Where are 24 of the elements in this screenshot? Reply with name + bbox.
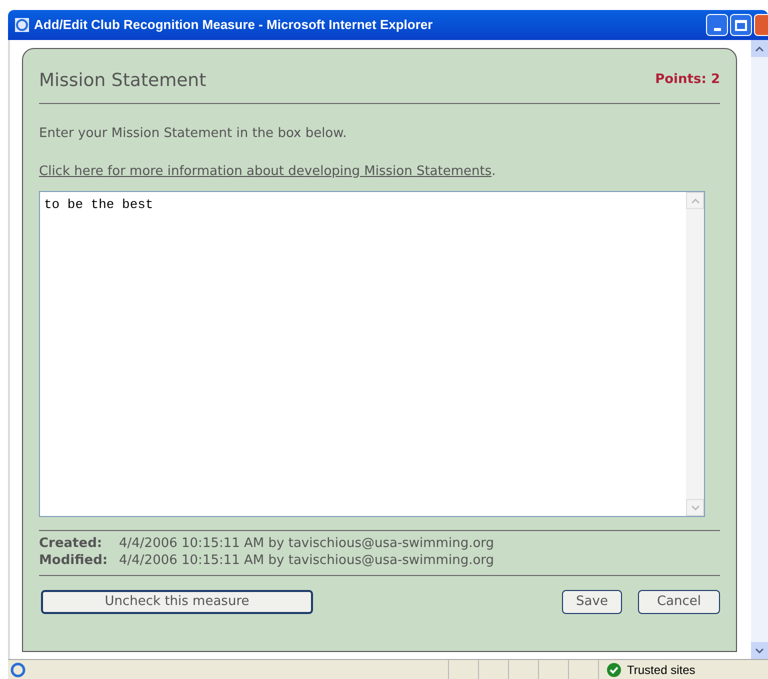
field-label: Modified: — [39, 552, 109, 569]
field-value: 4/4/2006 10:15:11 AM by tavischious@usa-swimming.org — [119, 535, 494, 552]
browser-icon — [14, 17, 30, 33]
maximize-button[interactable] — [730, 14, 752, 36]
period-text: . — [492, 164, 496, 178]
panel-heading: Mission Statement — [39, 68, 206, 92]
cancel-button[interactable]: Cancel — [638, 590, 720, 614]
close-button[interactable] — [754, 14, 768, 36]
info-link[interactable]: Click here for more information about developing Mission Statements — [39, 164, 492, 178]
minimize-button[interactable] — [706, 14, 728, 36]
checkmark-icon — [607, 662, 621, 676]
field-label: Created: — [39, 535, 104, 552]
points-label: Points: 2 — [655, 71, 720, 90]
field-value: 4/4/2006 10:15:11 AM by tavischious@usa-swimming.org — [119, 552, 494, 569]
scroll-up-button[interactable] — [751, 40, 768, 57]
scroll-down-button[interactable] — [751, 642, 768, 659]
security-zone-label: Trusted sites — [627, 662, 696, 678]
chevron-down-icon — [755, 648, 764, 654]
browser-icon — [10, 662, 26, 678]
instruction-text: Enter your Mission Statement in the box below. — [39, 126, 347, 141]
chevron-up-icon — [755, 46, 764, 52]
save-button[interactable]: Save — [562, 590, 622, 614]
uncheck-button[interactable]: Uncheck this measure — [41, 590, 313, 614]
window-title: Add/Edit Club Recognition Measure - Microsoft Internet Explorer — [34, 16, 433, 34]
